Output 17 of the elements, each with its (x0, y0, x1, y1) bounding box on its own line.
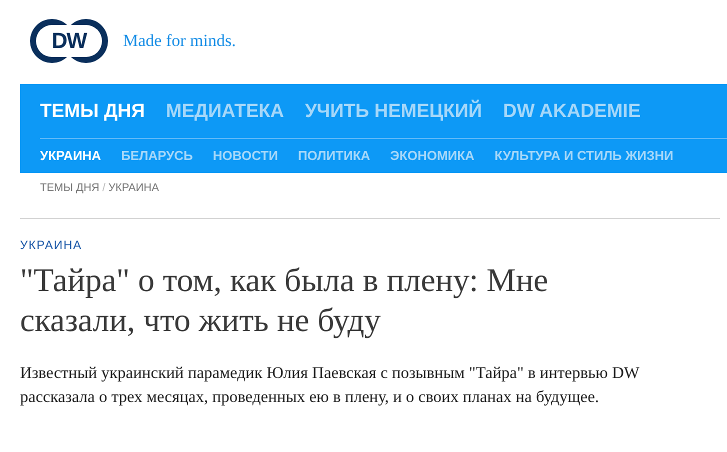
breadcrumb-link[interactable]: ТЕМЫ ДНЯ (40, 180, 100, 197)
main-nav-tab[interactable]: DW AKADEMIE (503, 98, 641, 127)
sub-nav-tab[interactable]: БЕЛАРУСЬ (121, 146, 193, 166)
main-nav-tab[interactable]: МЕДИАТЕКА (166, 98, 284, 127)
breadcrumb-link[interactable]: УКРАИНА (108, 180, 159, 197)
main-nav-tab[interactable]: ТЕМЫ ДНЯ (40, 98, 145, 127)
tagline: Made for minds. (123, 30, 236, 52)
article-category[interactable]: УКРАИНА (20, 239, 717, 251)
breadcrumb-separator: / (102, 181, 106, 196)
article-lead: Известный украинский парамедик Юлия Паевская с позывным "Тайра" в интервью DW рассказала о трех месяцах, проведенных ею в плену, и о своих планах на будущее. (20, 362, 640, 408)
sub-nav-tab[interactable]: ЭКОНОМИКА (390, 146, 474, 166)
sub-nav-tab[interactable]: ПОЛИТИКА (298, 146, 370, 166)
sub-nav-tab[interactable]: НОВОСТИ (212, 146, 278, 166)
article-headline: "Тайра" о том, как была в плену: Мне сказали, что жить не буду (20, 262, 550, 341)
sub-nav-tab[interactable]: УКРАИНА (40, 146, 102, 166)
main-nav-tab[interactable]: УЧИТЬ НЕМЕЦКИЙ (304, 98, 482, 127)
sub-nav-tab[interactable]: КУЛЬТУРА И СТИЛЬ ЖИЗНИ (494, 146, 674, 166)
